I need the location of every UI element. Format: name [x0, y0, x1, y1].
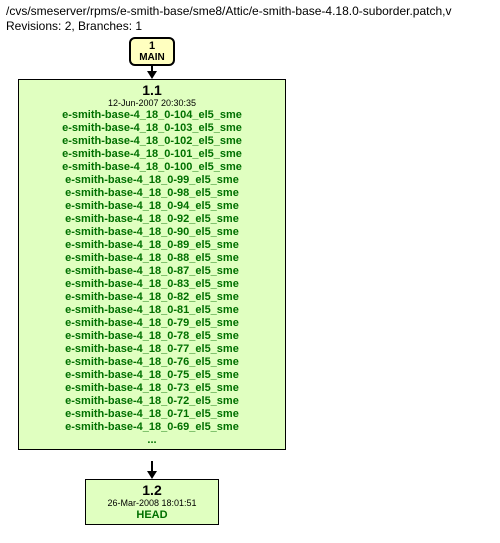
tag-label: e-smith-base-4_18_0-104_el5_sme: [27, 109, 277, 122]
tag-label: e-smith-base-4_18_0-90_el5_sme: [27, 226, 277, 239]
tag-label: e-smith-base-4_18_0-100_el5_sme: [27, 161, 277, 174]
tag-label: e-smith-base-4_18_0-81_el5_sme: [27, 304, 277, 317]
tag-label: e-smith-base-4_18_0-78_el5_sme: [27, 330, 277, 343]
tag-label: e-smith-base-4_18_0-69_el5_sme: [27, 421, 277, 434]
header: /cvs/smeserver/rpms/e-smith-base/sme8/At…: [0, 0, 500, 35]
tag-label: e-smith-base-4_18_0-94_el5_sme: [27, 200, 277, 213]
tag-label: e-smith-base-4_18_0-99_el5_sme: [27, 174, 277, 187]
tag-label: e-smith-base-4_18_0-82_el5_sme: [27, 291, 277, 304]
revision-date: 12-Jun-2007 20:30:35: [27, 98, 277, 109]
branch-name: MAIN: [137, 52, 167, 63]
revision-date: 26-Mar-2008 18:01:51: [94, 498, 210, 509]
revision-node-1-1[interactable]: 1.1 12-Jun-2007 20:30:35 e-smith-base-4_…: [18, 79, 286, 450]
tag-label: e-smith-base-4_18_0-92_el5_sme: [27, 213, 277, 226]
arrow-icon: [147, 471, 157, 479]
ellipsis: ...: [27, 434, 277, 447]
tag-label: e-smith-base-4_18_0-102_el5_sme: [27, 135, 277, 148]
branch-number: 1: [137, 40, 167, 52]
arrow-icon: [147, 71, 157, 79]
tag-label: e-smith-base-4_18_0-75_el5_sme: [27, 369, 277, 382]
revision-node-1-2[interactable]: 1.2 26-Mar-2008 18:01:51 HEAD: [85, 479, 219, 525]
tag-label: e-smith-base-4_18_0-76_el5_sme: [27, 356, 277, 369]
tag-label: e-smith-base-4_18_0-73_el5_sme: [27, 382, 277, 395]
tag-label: e-smith-base-4_18_0-71_el5_sme: [27, 408, 277, 421]
tag-label: e-smith-base-4_18_0-89_el5_sme: [27, 239, 277, 252]
tag-label: e-smith-base-4_18_0-98_el5_sme: [27, 187, 277, 200]
revision-tag: HEAD: [94, 509, 210, 522]
branch-node-main[interactable]: 1 MAIN: [129, 37, 175, 66]
tag-label: e-smith-base-4_18_0-83_el5_sme: [27, 278, 277, 291]
revision-number: 1.2: [94, 483, 210, 498]
tag-label: e-smith-base-4_18_0-72_el5_sme: [27, 395, 277, 408]
revision-stats: Revisions: 2, Branches: 1: [6, 19, 494, 33]
tag-label: e-smith-base-4_18_0-79_el5_sme: [27, 317, 277, 330]
tag-label: e-smith-base-4_18_0-77_el5_sme: [27, 343, 277, 356]
tag-label: e-smith-base-4_18_0-103_el5_sme: [27, 122, 277, 135]
tag-label: e-smith-base-4_18_0-88_el5_sme: [27, 252, 277, 265]
tag-label: e-smith-base-4_18_0-101_el5_sme: [27, 148, 277, 161]
revision-tags: e-smith-base-4_18_0-104_el5_smee-smith-b…: [27, 109, 277, 434]
tag-label: e-smith-base-4_18_0-87_el5_sme: [27, 265, 277, 278]
graph-canvas: 1 MAIN 1.1 12-Jun-2007 20:30:35 e-smith-…: [0, 35, 500, 540]
file-path: /cvs/smeserver/rpms/e-smith-base/sme8/At…: [6, 4, 494, 18]
revision-number: 1.1: [27, 83, 277, 98]
